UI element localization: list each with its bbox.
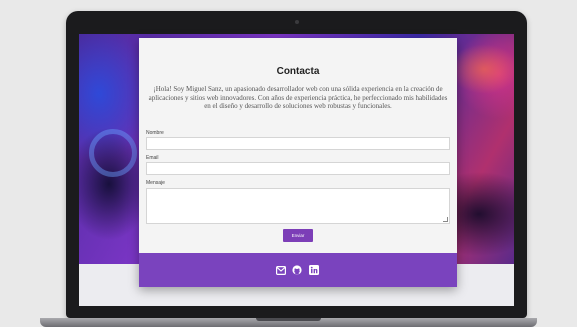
intro-text: ¡Hola! Soy Miguel Sanz, un apasionado de…	[148, 85, 448, 110]
webcam	[295, 20, 299, 24]
email-field[interactable]	[146, 162, 450, 175]
laptop-notch	[256, 318, 321, 321]
name-field[interactable]	[146, 137, 450, 150]
send-button[interactable]: Enviar	[283, 229, 313, 242]
resize-handle[interactable]	[443, 217, 448, 222]
linkedin-icon[interactable]	[309, 265, 319, 275]
github-icon[interactable]	[292, 265, 302, 275]
contact-card: Contacta ¡Hola! Soy Miguel Sanz, un apas…	[139, 38, 457, 287]
email-icon[interactable]	[276, 265, 286, 275]
footer	[139, 253, 457, 287]
name-label: Nombre	[146, 130, 164, 136]
email-label: Email	[146, 155, 159, 161]
wallpaper-decoration	[449, 44, 514, 94]
message-label: Mensaje	[146, 180, 165, 186]
page-title: Contacta	[276, 66, 320, 77]
wallpaper-decoration	[89, 129, 137, 177]
message-textarea[interactable]	[146, 188, 450, 224]
